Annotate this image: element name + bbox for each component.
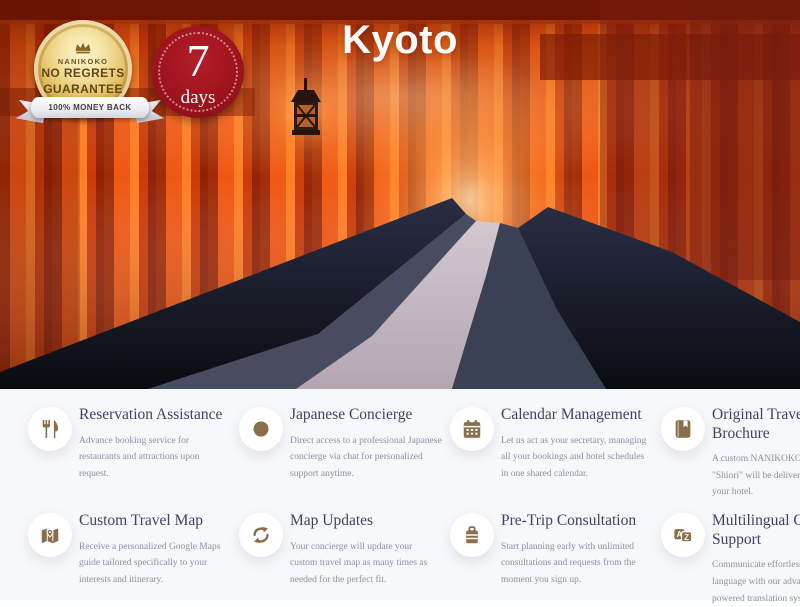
duration-number: 7 xyxy=(187,38,210,84)
feature-description: A custom NANIKOKO travel itinerary "Shio… xyxy=(712,451,800,501)
feature-map-updates: Map Updates Your concierge will update y… xyxy=(239,509,442,607)
crown-icon xyxy=(74,41,92,54)
luggage-icon xyxy=(450,513,494,557)
chat-dot-icon xyxy=(239,407,283,451)
feature-calendar-management: Calendar Management Let us act as your s… xyxy=(450,403,653,501)
feature-title: Original Travel Brochure xyxy=(712,406,800,443)
feature-original-travel-brochure: Original Travel Brochure A custom NANIKO… xyxy=(661,403,800,501)
feature-description: Receive a personalized Google Maps guide… xyxy=(79,539,231,589)
map-pin-icon xyxy=(28,513,72,557)
feature-title: Map Updates xyxy=(290,512,442,531)
feature-title: Pre-Trip Consultation xyxy=(501,512,653,531)
guarantee-ribbon-text: 100% MONEY BACK xyxy=(48,103,131,112)
hero-section: Kyoto NANIKOKO NO REGRETS GUARANTEE 100%… xyxy=(0,0,800,389)
guarantee-line1: NO REGRETS xyxy=(41,66,124,82)
guarantee-ribbon: 100% MONEY BACK xyxy=(16,94,164,124)
calendar-icon xyxy=(450,407,494,451)
features-grid: Reservation Assistance Advance booking s… xyxy=(0,389,800,600)
utensils-icon xyxy=(28,407,72,451)
duration-unit: days xyxy=(181,88,216,107)
feature-description: Direct access to a professional Japanese… xyxy=(290,433,442,483)
feature-pre-trip-consultation: Pre-Trip Consultation Start planning ear… xyxy=(450,509,653,607)
sync-icon xyxy=(239,513,283,557)
feature-custom-travel-map: Custom Travel Map Receive a personalized… xyxy=(28,509,231,607)
feature-title: Reservation Assistance xyxy=(79,406,231,425)
feature-description: Start planning early with unlimited cons… xyxy=(501,539,653,589)
feature-description: Advance booking service for restaurants … xyxy=(79,433,231,483)
guarantee-badge: NANIKOKO NO REGRETS GUARANTEE 100% MONEY… xyxy=(22,14,158,126)
feature-description: Let us act as your secretary, managing a… xyxy=(501,433,653,483)
feature-title: Custom Travel Map xyxy=(79,512,231,531)
feature-title: Japanese Concierge xyxy=(290,406,442,425)
feature-description: Your concierge will update your custom t… xyxy=(290,539,442,589)
guarantee-brand: NANIKOKO xyxy=(58,57,108,66)
feature-title: Multilingual Chat Support xyxy=(712,512,800,549)
feature-multilingual-chat-support: A Z Multilingual Chat Support Communicat… xyxy=(661,509,800,607)
duration-badge: 7 days xyxy=(152,26,244,118)
feature-reservation-assistance: Reservation Assistance Advance booking s… xyxy=(28,403,231,501)
translate-icon: A Z xyxy=(661,513,705,557)
feature-japanese-concierge: Japanese Concierge Direct access to a pr… xyxy=(239,403,442,501)
feature-title: Calendar Management xyxy=(501,406,653,425)
svg-text:Z: Z xyxy=(684,533,689,542)
brochure-icon xyxy=(661,407,705,451)
